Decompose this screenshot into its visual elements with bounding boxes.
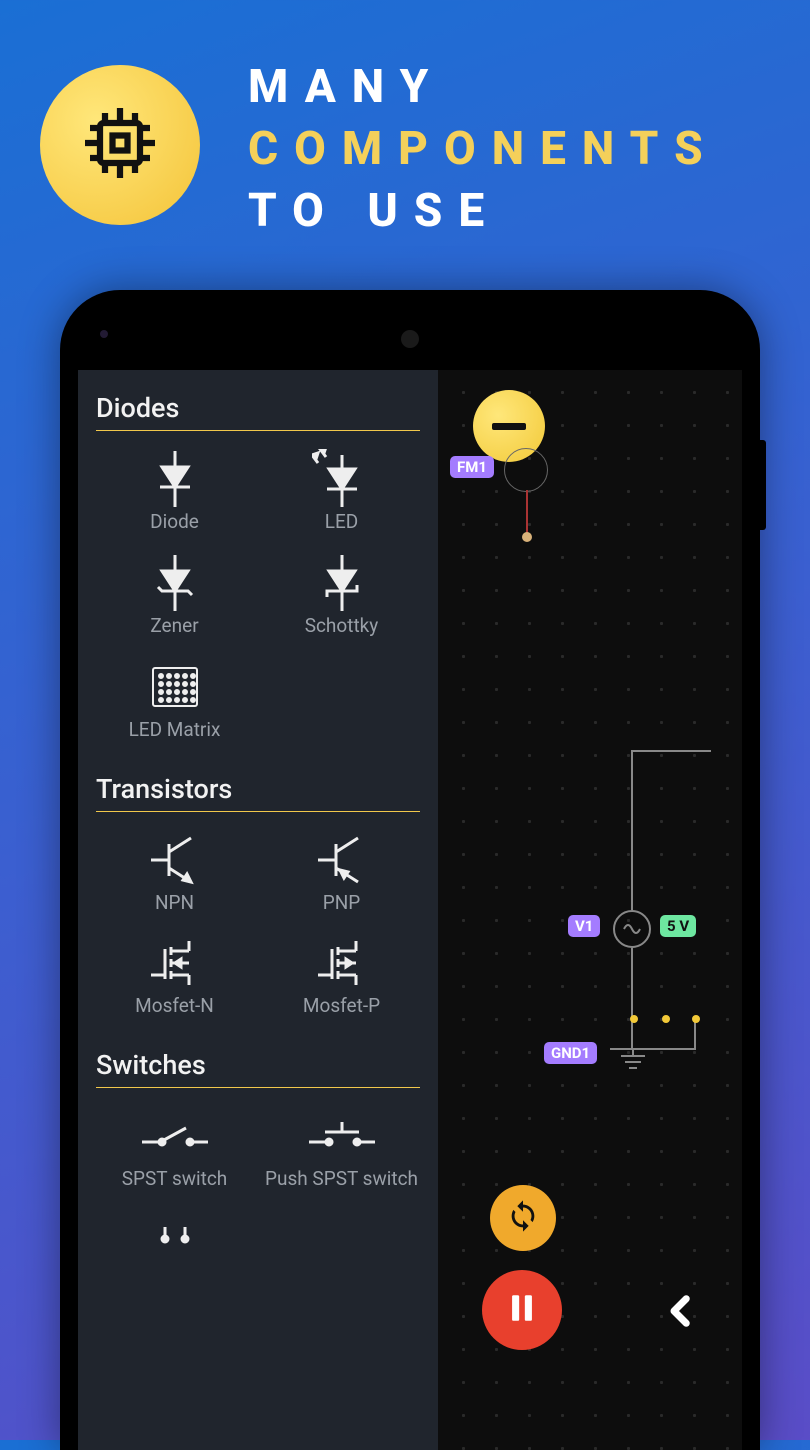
- component-diode[interactable]: Diode: [96, 443, 253, 539]
- headline-text: MANY COMPONENTS TO USE: [248, 50, 719, 241]
- component-mosfet-n[interactable]: Mosfet-N: [96, 927, 253, 1023]
- diodes-grid: Diode LED Zener Schottky: [96, 443, 420, 747]
- component-label: NPN: [155, 892, 194, 914]
- refresh-icon: [506, 1199, 540, 1237]
- wire-node[interactable]: [630, 1015, 638, 1023]
- refresh-button[interactable]: [490, 1185, 556, 1251]
- wire: [631, 750, 711, 752]
- component-npn[interactable]: NPN: [96, 824, 253, 920]
- push-spst-switch-icon: [307, 1106, 377, 1166]
- component-led-matrix[interactable]: LED Matrix: [96, 651, 253, 747]
- component-label: Schottky: [305, 615, 379, 637]
- section-title-diodes: Diodes: [96, 384, 420, 431]
- component-mosfet-p[interactable]: Mosfet-P: [263, 927, 420, 1023]
- npn-icon: [147, 830, 203, 890]
- sine-icon: [622, 919, 642, 939]
- transistors-grid: NPN PNP Mosfet-N Mosfet-P: [96, 824, 420, 1024]
- zener-icon: [150, 553, 200, 613]
- headline-line3: TO USE: [248, 182, 719, 242]
- collapse-button[interactable]: [648, 1280, 714, 1346]
- led-matrix-icon: [147, 657, 203, 717]
- minus-icon: [492, 423, 526, 430]
- headline-line2: COMPONENTS: [248, 120, 719, 180]
- led-icon: [312, 449, 372, 509]
- component-label: SPST switch: [122, 1168, 228, 1190]
- component-pnp[interactable]: PNP: [263, 824, 420, 920]
- wire-node[interactable]: [522, 532, 532, 542]
- section-title-switches: Switches: [96, 1041, 420, 1088]
- component-label: Mosfet-P: [303, 995, 380, 1017]
- wire-node[interactable]: [662, 1015, 670, 1023]
- cpu-chip-icon: [80, 103, 160, 187]
- component-label: LED: [325, 511, 359, 533]
- component-label: LED Matrix: [129, 719, 221, 741]
- component-zener[interactable]: Zener: [96, 547, 253, 643]
- component-label: Diode: [150, 511, 199, 533]
- wire: [631, 750, 633, 910]
- pause-icon: [505, 1288, 539, 1332]
- mosfet-n-icon: [147, 933, 203, 993]
- component-label: Mosfet-N: [135, 995, 214, 1017]
- component-label: PNP: [323, 892, 361, 914]
- phone-frame: FM1 V1 5 V GND1: [60, 290, 760, 1450]
- cpu-badge: [40, 65, 200, 225]
- chevron-left-icon: [660, 1290, 702, 1336]
- phone-power-button: [760, 440, 766, 530]
- app-screen: FM1 V1 5 V GND1: [78, 370, 742, 1450]
- voltage-source[interactable]: [613, 910, 651, 948]
- label-v1: V1: [568, 915, 600, 937]
- component-label: Zener: [150, 615, 198, 637]
- wire-node[interactable]: [692, 1015, 700, 1023]
- diode-icon: [150, 449, 200, 509]
- mosfet-p-icon: [314, 933, 370, 993]
- pnp-icon: [314, 830, 370, 890]
- promo-header: MANY COMPONENTS TO USE: [0, 0, 810, 271]
- component-label: Push SPST switch: [265, 1168, 418, 1190]
- component-partial[interactable]: [96, 1204, 253, 1276]
- section-title-transistors: Transistors: [96, 765, 420, 812]
- component-spst-switch[interactable]: SPST switch: [96, 1100, 253, 1196]
- component-led[interactable]: LED: [263, 443, 420, 539]
- switches-grid: SPST switch Push SPST switch: [96, 1100, 420, 1276]
- schottky-icon: [317, 553, 367, 613]
- label-5v: 5 V: [660, 915, 696, 937]
- switch-partial-icon: [155, 1210, 195, 1270]
- label-gnd1: GND1: [544, 1042, 597, 1064]
- wire: [526, 490, 528, 534]
- headline-line1: MANY: [248, 58, 719, 118]
- component-push-spst-switch[interactable]: Push SPST switch: [263, 1100, 420, 1196]
- spst-switch-icon: [140, 1106, 210, 1166]
- component-panel[interactable]: Diodes Diode LED Zener Schottky: [78, 370, 438, 1450]
- meter-component[interactable]: [504, 448, 548, 492]
- label-fm1: FM1: [450, 456, 494, 478]
- wire: [631, 948, 633, 1048]
- ground-icon: [618, 1050, 648, 1078]
- component-schottky[interactable]: Schottky: [263, 547, 420, 643]
- pause-button[interactable]: [482, 1270, 562, 1350]
